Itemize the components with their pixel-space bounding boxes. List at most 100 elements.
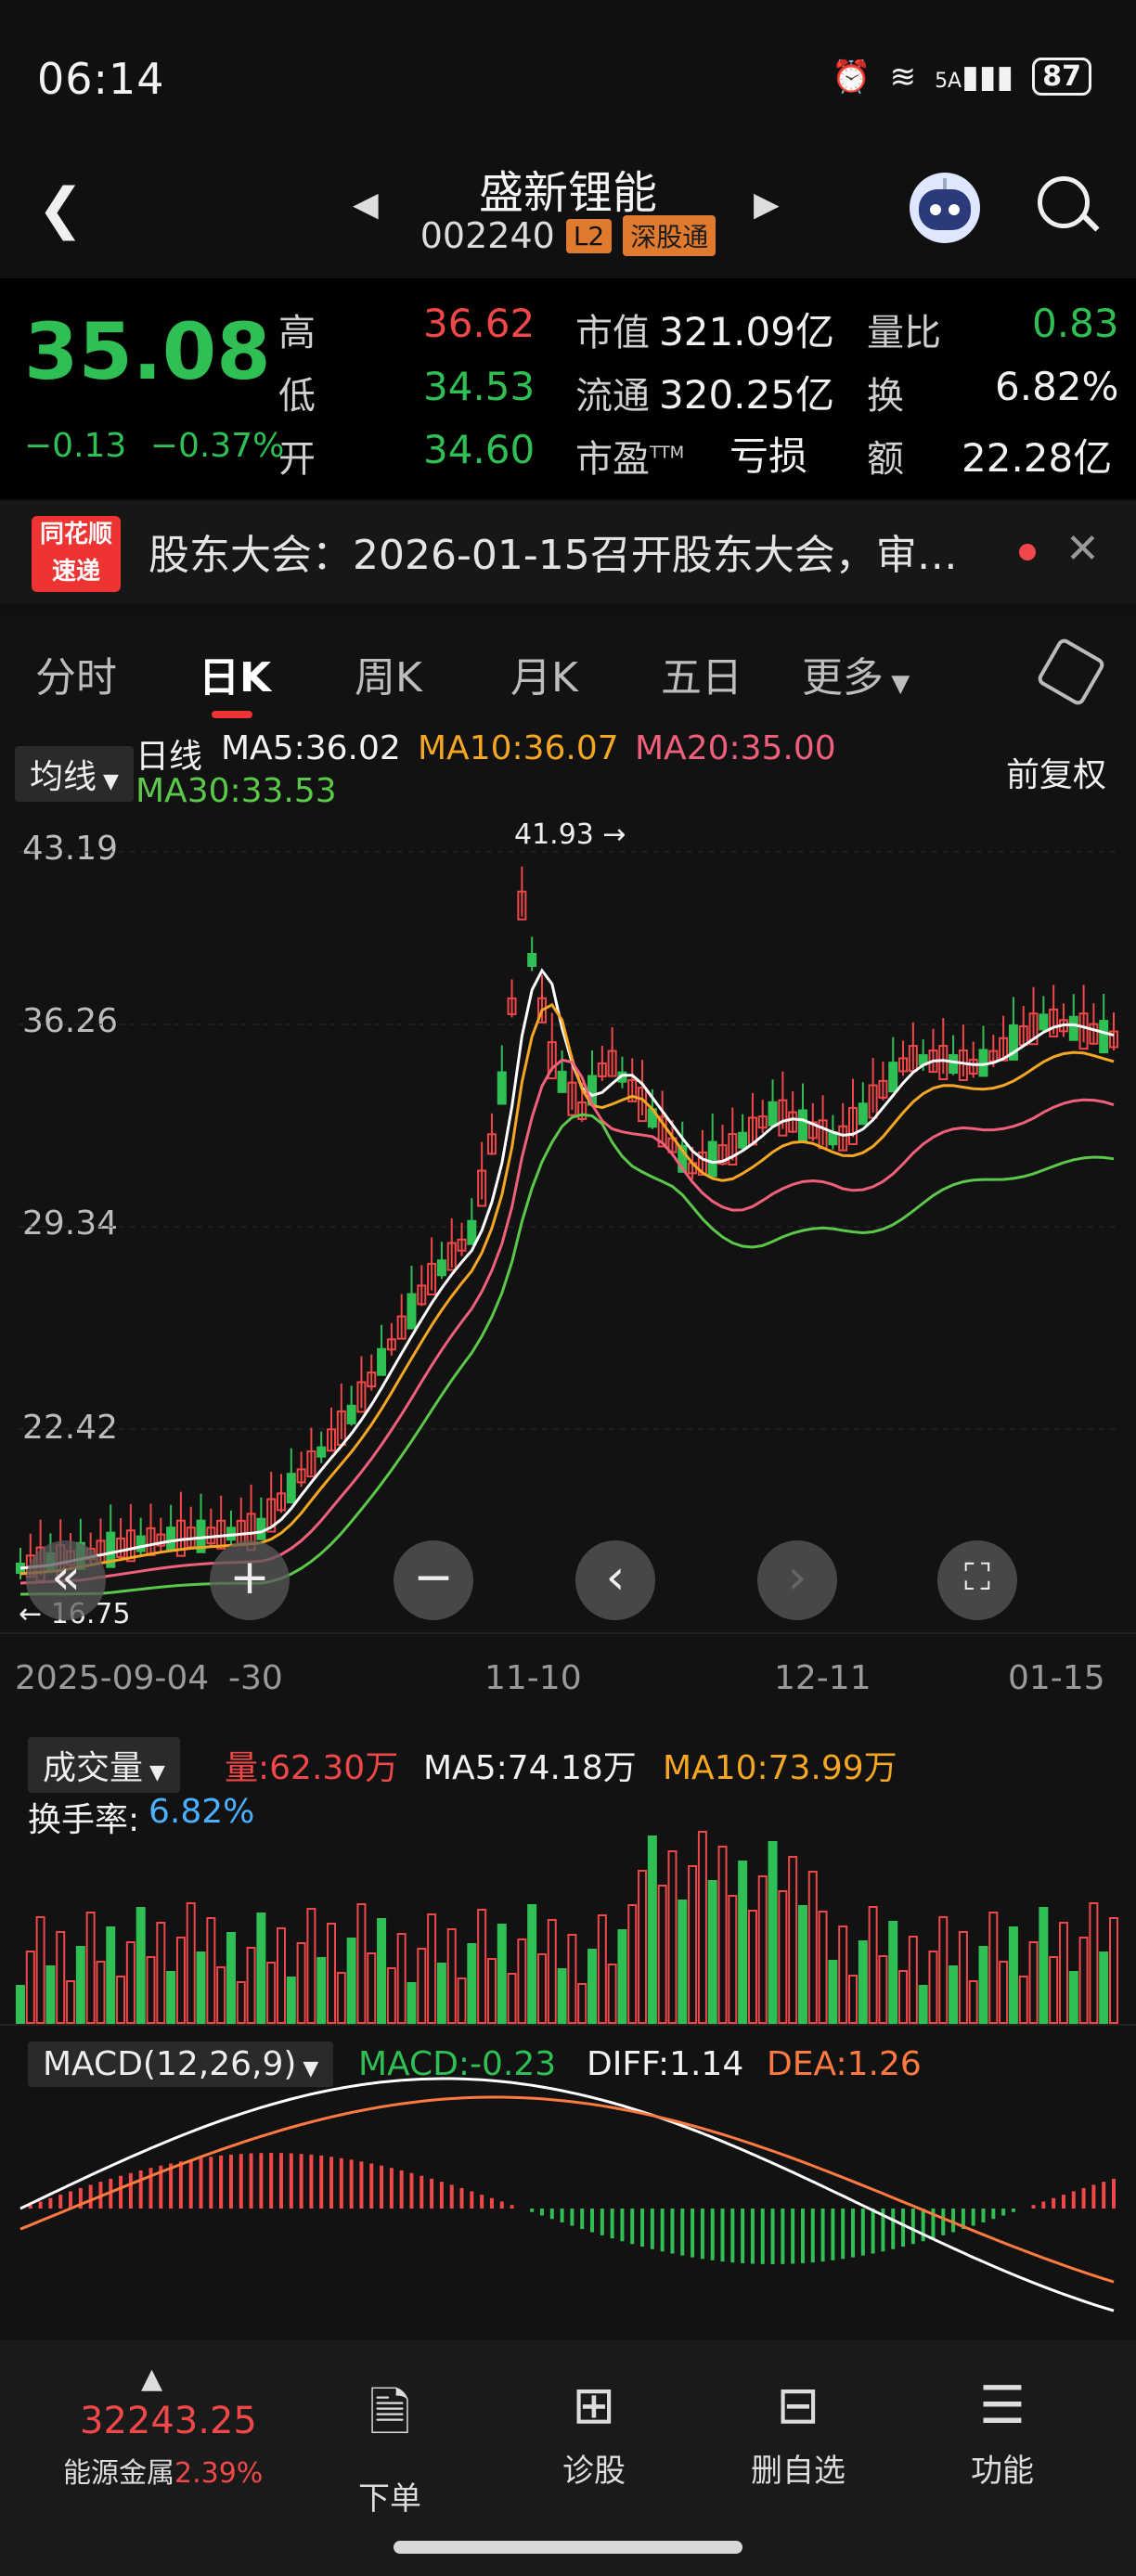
volume-bar	[346, 1938, 356, 2024]
kline-chart[interactable]	[0, 0, 1136, 2338]
turnover-rate-value: 6.82%	[148, 1793, 255, 1831]
volume-bar	[477, 1909, 487, 2024]
candle	[136, 1535, 146, 1552]
candle	[1039, 1013, 1049, 1031]
volume-bar	[607, 1964, 617, 2024]
volume-bar	[1028, 1941, 1039, 2024]
diagnose-button[interactable]: ⊞ 诊股	[520, 2376, 668, 2491]
macd-select[interactable]: MACD(12,26,9) ▼	[28, 2041, 334, 2087]
x-tick: -30	[228, 1659, 283, 1697]
volume-ma10: MA10:73.99万	[663, 1749, 897, 1787]
volume-bar	[768, 1841, 778, 2024]
volume-bar	[1089, 1902, 1099, 2024]
volume-bar	[56, 1931, 66, 2024]
index-info: 能源金属2.39%	[63, 2457, 264, 2490]
volume-bar	[386, 1967, 396, 2024]
candle	[1099, 1020, 1109, 1054]
volume-bar	[116, 1976, 126, 2024]
volume-ma5: MA5:74.18万	[423, 1749, 637, 1787]
volume-bar	[797, 1905, 807, 2024]
candle	[858, 1102, 868, 1126]
candle	[527, 952, 537, 967]
order-button[interactable]: 🗎 下单	[316, 2376, 464, 2518]
zoom-in-button[interactable]: +	[210, 1540, 290, 1620]
volume-bar	[446, 1928, 457, 2024]
candle	[166, 1526, 176, 1552]
volume-bar	[978, 1946, 988, 2024]
volume-bar	[85, 1912, 96, 2024]
remove-watchlist-button[interactable]: ⊟ 删自选	[724, 2376, 872, 2491]
volume-bar	[216, 1966, 226, 2024]
volume-bar	[175, 1937, 186, 2024]
scroll-right-button[interactable]: ›	[757, 1540, 837, 1620]
volume-bar	[226, 1932, 236, 2024]
turnover-rate-label: 换手率:	[28, 1801, 140, 1839]
volume-bar	[1058, 1922, 1068, 2024]
volume-bar	[567, 1934, 577, 2024]
volume-bar	[517, 1938, 527, 2024]
volume-bar	[316, 1957, 327, 2024]
volume-bar	[577, 1983, 587, 2024]
volume-bar	[336, 1972, 346, 2024]
volume-bar	[96, 1961, 106, 2024]
x-tick: 11-10	[484, 1659, 582, 1697]
candle	[436, 1259, 446, 1277]
volume-bar	[647, 1835, 657, 2024]
volume-bar	[918, 1985, 928, 2024]
volume-bar	[807, 1871, 818, 2024]
volume-bar	[1068, 1971, 1078, 2024]
volume-value: 量:62.30万	[225, 1749, 399, 1787]
candle	[286, 1473, 296, 1504]
volume-bar	[547, 1919, 557, 2024]
chevron-up-icon[interactable]: ▲	[141, 2363, 162, 2395]
volume-bar	[1039, 1907, 1049, 2024]
volume-bar	[848, 1975, 858, 2024]
volume-bar	[858, 1940, 868, 2024]
fullscreen-button[interactable]: ⛶	[937, 1540, 1017, 1620]
home-indicator	[394, 2541, 742, 2554]
volume-bar	[838, 1926, 848, 2024]
diff-value: DIFF:1.14	[587, 2045, 744, 2083]
dea-line	[19, 2095, 1115, 2284]
index-value[interactable]: 32243.25	[80, 2400, 257, 2442]
volume-bar	[868, 1906, 878, 2024]
volume-bar	[35, 1916, 45, 2024]
volume-bar	[1008, 1926, 1018, 2024]
volume-bar	[1099, 1951, 1109, 2024]
volume-bar	[928, 1951, 938, 2024]
volume-bar	[25, 1951, 35, 2024]
zoom-out-button[interactable]: −	[394, 1540, 473, 1620]
volume-bar	[306, 1908, 316, 2024]
volume-bar	[747, 1910, 757, 2024]
volume-bar	[377, 1918, 387, 2024]
volume-bar	[16, 1985, 25, 2024]
volume-bar	[276, 1927, 286, 2024]
x-tick: 2025-09-04	[15, 1659, 210, 1697]
candle	[256, 1517, 266, 1540]
volume-bar	[999, 1961, 1009, 2024]
volume-bar	[667, 1850, 678, 2024]
candle	[557, 1070, 567, 1093]
volume-bar	[688, 1865, 698, 2024]
volume-bar	[125, 1941, 136, 2024]
candle	[738, 1131, 748, 1149]
scroll-left-button[interactable]: ‹	[575, 1540, 655, 1620]
collapse-left-button[interactable]: «	[26, 1540, 106, 1620]
volume-bar	[1109, 1917, 1118, 2024]
volume-bar	[949, 1965, 959, 2024]
volume-bar	[958, 1931, 968, 2024]
candle	[1068, 1015, 1078, 1041]
volume-bar	[988, 1912, 999, 2024]
medkit-icon: ⊞	[572, 2376, 616, 2436]
candle	[768, 1101, 778, 1127]
volume-bar	[878, 1955, 888, 2024]
volume-bar	[497, 1924, 507, 2024]
ma10-line	[19, 1002, 1115, 1576]
volume-bar	[156, 1922, 166, 2024]
candle	[949, 1054, 959, 1075]
volume-bar	[678, 1900, 688, 2024]
candle	[467, 1219, 477, 1245]
volume-select[interactable]: 成交量 ▼	[28, 1737, 180, 1793]
functions-button[interactable]: ☰ 功能	[928, 2376, 1077, 2491]
volume-bar	[828, 1960, 838, 2024]
